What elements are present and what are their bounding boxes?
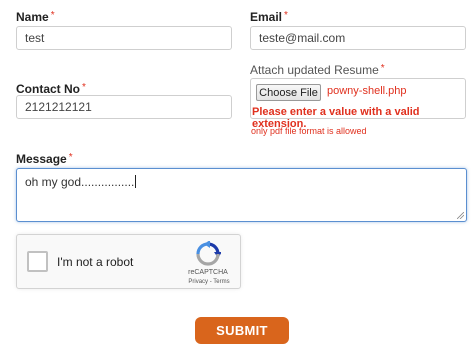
- selected-file-name: powny-shell.php: [327, 85, 407, 97]
- resume-file-field: Choose File powny-shell.php Please enter…: [250, 78, 466, 130]
- email-label: Email *: [250, 10, 288, 24]
- choose-file-button[interactable]: Choose File: [256, 84, 321, 101]
- required-mark: *: [50, 10, 55, 21]
- resume-label: Attach updated Resume *: [250, 63, 385, 77]
- message-value: oh my god................: [25, 175, 135, 189]
- recaptcha-checkbox[interactable]: [27, 251, 48, 272]
- required-mark: *: [380, 63, 385, 74]
- message-label-text: Message: [16, 152, 67, 166]
- name-label-text: Name: [16, 10, 49, 24]
- recaptcha-label: I'm not a robot: [57, 255, 134, 269]
- required-mark: *: [284, 10, 288, 21]
- email-label-text: Email: [250, 10, 283, 24]
- contact-input[interactable]: 2121212121: [16, 95, 232, 119]
- contact-label-text: Contact No: [16, 82, 80, 96]
- message-text: oh my god................: [25, 175, 137, 189]
- required-mark: *: [82, 82, 86, 93]
- resize-handle-icon[interactable]: [457, 212, 464, 219]
- submit-button[interactable]: SUBMIT: [195, 317, 289, 344]
- recaptcha-brand: reCAPTCHA: [188, 269, 228, 276]
- resume-format-hint: only pdf file format is allowed: [251, 126, 367, 136]
- required-mark: *: [68, 152, 73, 163]
- recaptcha-logo-icon: [196, 241, 221, 266]
- message-textarea[interactable]: oh my god................: [16, 168, 467, 222]
- recaptcha-privacy-terms-links[interactable]: Privacy - Terms: [181, 279, 237, 285]
- contact-label: Contact No *: [16, 82, 86, 96]
- email-input[interactable]: teste@mail.com: [250, 26, 466, 50]
- name-input[interactable]: test: [16, 26, 232, 50]
- name-label: Name *: [16, 10, 55, 24]
- message-label: Message *: [16, 152, 73, 166]
- text-caret: [135, 175, 137, 188]
- resume-label-text: Attach updated Resume: [250, 63, 379, 77]
- recaptcha-widget: I'm not a robot reCAPTCHA Privacy - Term…: [16, 234, 241, 289]
